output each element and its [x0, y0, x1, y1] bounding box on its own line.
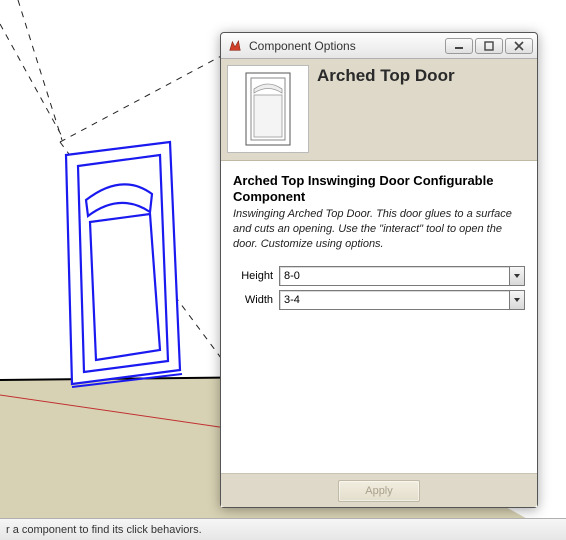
component-thumbnail [227, 65, 309, 153]
window-controls [445, 38, 533, 54]
width-label: Width [233, 294, 279, 306]
minimize-button[interactable] [445, 38, 473, 54]
status-bar: r a component to find its click behavior… [0, 518, 566, 540]
maximize-button[interactable] [475, 38, 503, 54]
width-input[interactable] [279, 290, 525, 310]
app-icon [227, 38, 243, 54]
chevron-down-icon[interactable] [509, 290, 525, 310]
height-input[interactable] [279, 266, 525, 286]
component-options-dialog: Component Options Arched T [220, 32, 538, 508]
content-area: Arched Top Inswinging Door Configurable … [221, 161, 537, 473]
component-description: Inswinging Arched Top Door. This door gl… [233, 207, 525, 252]
height-row: Height [233, 266, 525, 286]
dialog-body: Arched Top Door Arched Top Inswinging Do… [221, 59, 537, 507]
width-select[interactable] [279, 290, 525, 310]
chevron-down-icon[interactable] [509, 266, 525, 286]
apply-button[interactable]: Apply [338, 480, 420, 502]
dialog-title: Component Options [249, 39, 445, 53]
dialog-footer: Apply [221, 473, 537, 507]
component-name: Arched Top Door [317, 65, 455, 86]
width-row: Width [233, 290, 525, 310]
component-subheading: Arched Top Inswinging Door Configurable … [233, 173, 525, 204]
status-text: r a component to find its click behavior… [6, 524, 202, 536]
close-button[interactable] [505, 38, 533, 54]
height-label: Height [233, 270, 279, 282]
header-band: Arched Top Door [221, 59, 537, 161]
titlebar[interactable]: Component Options [221, 33, 537, 59]
height-select[interactable] [279, 266, 525, 286]
